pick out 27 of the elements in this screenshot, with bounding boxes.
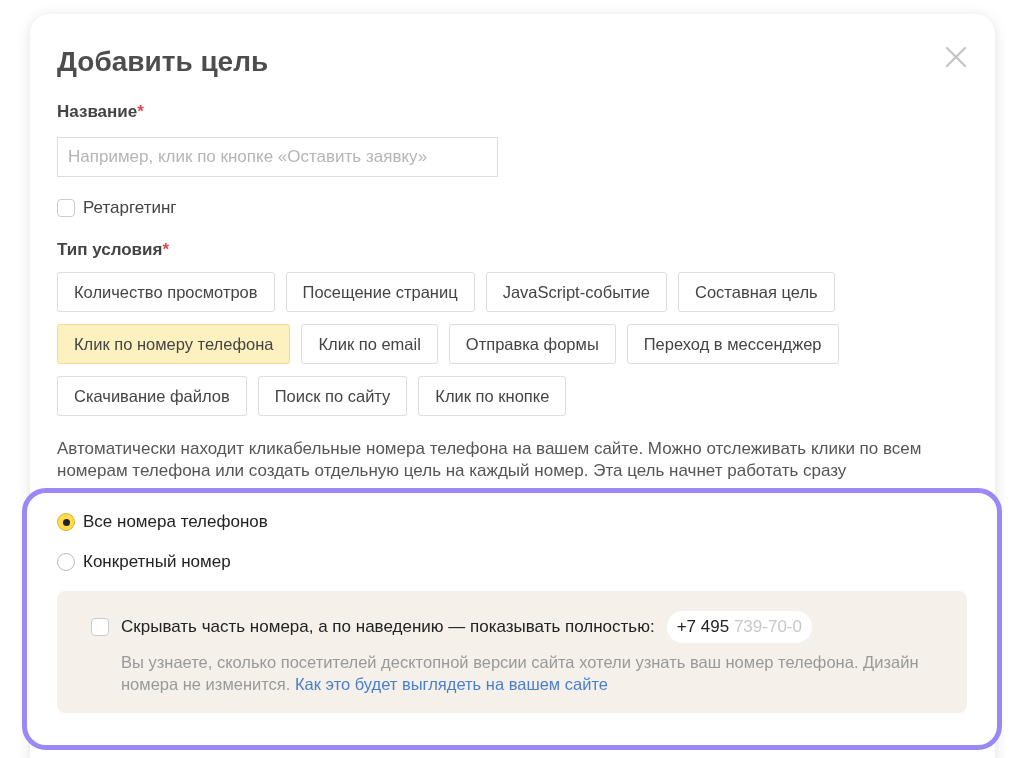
radio-button[interactable] (57, 553, 75, 571)
radio-button[interactable] (57, 513, 75, 531)
condition-type-option[interactable]: Клик по email (301, 324, 438, 364)
hide-number-checkbox[interactable] (91, 618, 109, 636)
radio-label: Все номера телефонов (83, 512, 268, 532)
condition-type-option[interactable]: Отправка формы (448, 324, 616, 364)
condition-type-option[interactable]: Клик по номеру телефона (57, 324, 291, 364)
condition-type-option[interactable]: JavaScript-событие (485, 272, 668, 312)
condition-type-option[interactable]: Посещение страниц (285, 272, 475, 312)
retargeting-checkbox[interactable] (57, 199, 75, 217)
dialog-title: Добавить цель (57, 45, 269, 79)
description-text: Автоматически находит кликабельные номера телефона на вашем сайте. Можно отслеживать клики по всем номерам телефона или создать отдельную цель на каждый номер. Эта цель начнет работать сразу (57, 438, 923, 482)
field-label: Тип условия* (57, 240, 171, 260)
close-icon[interactable] (945, 46, 967, 68)
preview-link[interactable]: Как это будет выглядеть на вашем сайте (295, 675, 608, 693)
radio-label: Конкретный номер (83, 552, 231, 572)
field-label: Название* (57, 102, 145, 122)
hide-number-label: Скрывать часть номера, а по наведению — показывать полностью: (121, 617, 655, 637)
condition-type-option[interactable]: Поиск по сайту (257, 376, 408, 416)
condition-type-option[interactable]: Клик по кнопке (418, 376, 567, 416)
condition-type-option[interactable]: Переход в мессенджер (626, 324, 839, 364)
name-input-field[interactable]: Например, клик по кнопке «Оставить заявку» (57, 137, 498, 177)
hint-text: Вы узнаете, сколько посетителей десктопной версии сайта хотели узнать ваш номер телефона. Дизайн номера не изменится. Как это будет выглядеть на вашем сайте (121, 652, 920, 695)
retargeting-label: Ретаргетинг (83, 198, 177, 218)
condition-type-option[interactable]: Количество просмотров (57, 272, 275, 312)
condition-type-option[interactable]: Составная цель (678, 272, 835, 312)
condition-type-option[interactable]: Скачивание файлов (57, 376, 247, 416)
